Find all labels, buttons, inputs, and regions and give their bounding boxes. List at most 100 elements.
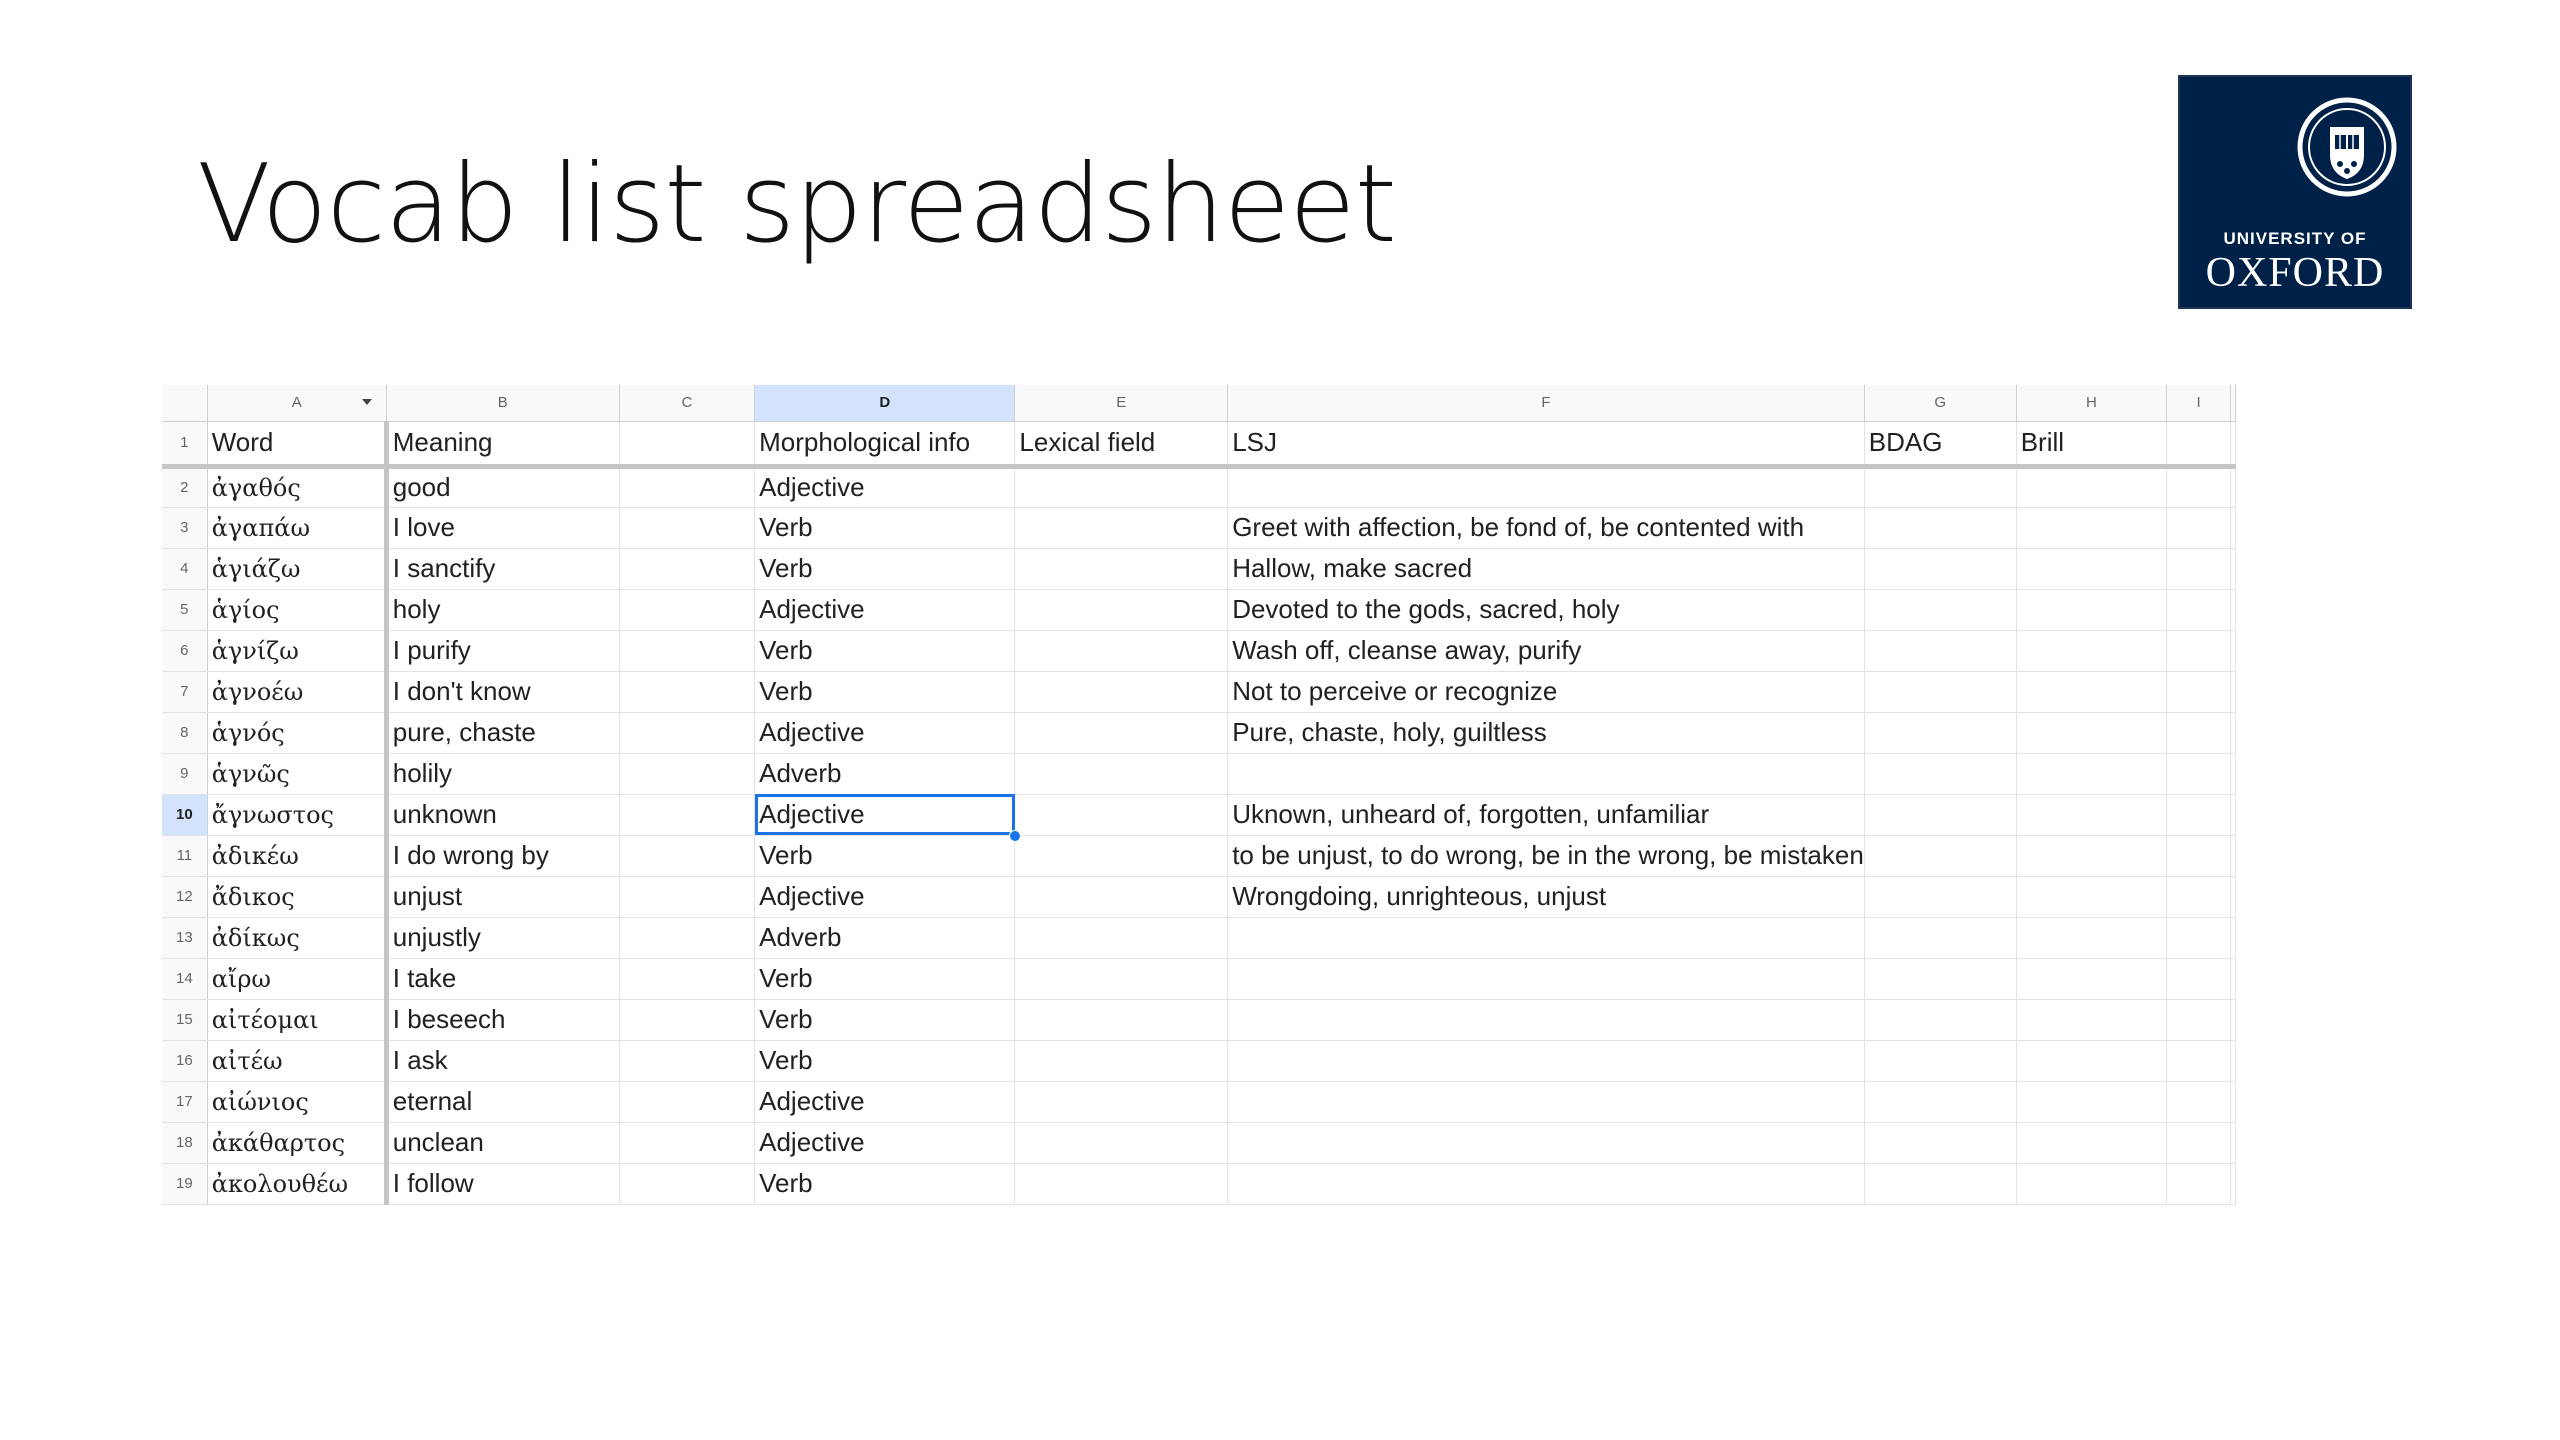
cell-morph[interactable]: Verb: [754, 1040, 1016, 1082]
cell-brill[interactable]: [2016, 1163, 2168, 1205]
cell-morph[interactable]: Adverb: [754, 917, 1016, 959]
cell-morph[interactable]: Adjective: [754, 1122, 1016, 1164]
cell-c[interactable]: [619, 794, 756, 836]
cell-lsj[interactable]: [1227, 958, 1865, 1000]
cell-lex[interactable]: [1014, 548, 1229, 590]
cell-morph[interactable]: Verb: [754, 671, 1016, 713]
cell-meaning[interactable]: I sanctify: [386, 548, 620, 590]
cell-bdag[interactable]: [1864, 794, 2017, 836]
cell-c[interactable]: [619, 507, 756, 549]
cell-word[interactable]: ἀγαπάω: [207, 507, 389, 549]
cell-meaning[interactable]: unclean: [386, 1122, 620, 1164]
header-cell-g[interactable]: BDAG: [1864, 421, 2017, 469]
cell-bdag[interactable]: [1864, 507, 2017, 549]
cell-meaning[interactable]: I do wrong by: [386, 835, 620, 877]
row-number[interactable]: 6: [162, 630, 208, 672]
cell-lsj[interactable]: [1227, 1081, 1865, 1123]
column-header-d[interactable]: D: [754, 385, 1016, 422]
spreadsheet-grid[interactable]: A B C D E F G H I 1 Word Meaning Morphological info L…: [162, 385, 2236, 1225]
cell-lex[interactable]: [1014, 958, 1229, 1000]
cell-meaning[interactable]: I follow: [386, 1163, 620, 1205]
cell-morph[interactable]: Verb: [754, 548, 1016, 590]
cell-bdag[interactable]: [1864, 1122, 2017, 1164]
row-number[interactable]: 16: [162, 1040, 208, 1082]
row-number[interactable]: 1: [162, 421, 208, 469]
cell-word[interactable]: ἁγίος: [207, 589, 389, 631]
cell-bdag[interactable]: [1864, 876, 2017, 918]
cell-morph[interactable]: Verb: [754, 835, 1016, 877]
cell-morph[interactable]: Verb: [754, 1163, 1016, 1205]
cell-lsj[interactable]: Pure, chaste, holy, guiltless: [1227, 712, 1865, 754]
cell-i[interactable]: [2166, 876, 2231, 918]
cell-lsj[interactable]: Devoted to the gods, sacred, holy: [1227, 589, 1865, 631]
cell-lex[interactable]: [1014, 794, 1229, 836]
cell-i[interactable]: [2166, 1081, 2231, 1123]
cell-lex[interactable]: [1014, 917, 1229, 959]
cell-bdag[interactable]: [1864, 589, 2017, 631]
cell-c[interactable]: [619, 671, 756, 713]
cell-meaning[interactable]: I love: [386, 507, 620, 549]
cell-morph[interactable]: Adjective: [754, 794, 1022, 842]
cell-bdag[interactable]: [1864, 753, 2017, 795]
cell-meaning[interactable]: holily: [386, 753, 620, 795]
cell-brill[interactable]: [2016, 548, 2168, 590]
cell-bdag[interactable]: [1864, 999, 2017, 1041]
header-cell-i[interactable]: [2166, 421, 2231, 469]
cell-i[interactable]: [2166, 548, 2231, 590]
cell-lex[interactable]: [1014, 630, 1229, 672]
cell-c[interactable]: [619, 712, 756, 754]
cell-word[interactable]: ἄδικος: [207, 876, 389, 918]
cell-word[interactable]: ἀγαθός: [207, 466, 389, 508]
row-number[interactable]: 17: [162, 1081, 208, 1123]
cell-lsj[interactable]: [1227, 466, 1865, 508]
cell-lex[interactable]: [1014, 1081, 1229, 1123]
cell-meaning[interactable]: I ask: [386, 1040, 620, 1082]
cell-bdag[interactable]: [1864, 835, 2017, 877]
cell-brill[interactable]: [2016, 999, 2168, 1041]
cell-word[interactable]: ἁγνός: [207, 712, 389, 754]
row-number[interactable]: 9: [162, 753, 208, 795]
cell-lsj[interactable]: [1227, 917, 1865, 959]
column-header-i[interactable]: I: [2166, 385, 2231, 422]
cell-c[interactable]: [619, 1040, 756, 1082]
cell-word[interactable]: ἁγιάζω: [207, 548, 389, 590]
cell-brill[interactable]: [2016, 630, 2168, 672]
cell-lex[interactable]: [1014, 712, 1229, 754]
column-header-f[interactable]: F: [1227, 385, 1865, 422]
cell-lsj[interactable]: Greet with affection, be fond of, be con…: [1227, 507, 1865, 549]
fill-handle[interactable]: [1009, 829, 1022, 842]
cell-word[interactable]: ἀδίκως: [207, 917, 389, 959]
cell-i[interactable]: [2166, 794, 2231, 836]
row-number[interactable]: 11: [162, 835, 208, 877]
cell-meaning[interactable]: good: [386, 466, 620, 508]
cell-morph[interactable]: Adverb: [754, 753, 1016, 795]
cell-brill[interactable]: [2016, 753, 2168, 795]
header-cell-d[interactable]: Morphological info: [754, 421, 1016, 469]
cell-brill[interactable]: [2016, 958, 2168, 1000]
cell-brill[interactable]: [2016, 876, 2168, 918]
cell-i[interactable]: [2166, 712, 2231, 754]
column-header-a[interactable]: A: [207, 385, 387, 422]
cell-lsj[interactable]: [1227, 999, 1865, 1041]
cell-bdag[interactable]: [1864, 1163, 2017, 1205]
cell-lex[interactable]: [1014, 1040, 1229, 1082]
header-cell-a[interactable]: Word: [207, 421, 389, 469]
cell-c[interactable]: [619, 589, 756, 631]
cell-c[interactable]: [619, 753, 756, 795]
cell-word[interactable]: αἰτέω: [207, 1040, 389, 1082]
cell-lex[interactable]: [1014, 466, 1229, 508]
cell-i[interactable]: [2166, 466, 2231, 508]
cell-i[interactable]: [2166, 507, 2231, 549]
cell-c[interactable]: [619, 1122, 756, 1164]
cell-lex[interactable]: [1014, 999, 1229, 1041]
row-number[interactable]: 18: [162, 1122, 208, 1164]
header-cell-c[interactable]: [619, 421, 756, 469]
cell-word[interactable]: ἀκάθαρτος: [207, 1122, 389, 1164]
cell-lsj[interactable]: Not to perceive or recognize: [1227, 671, 1865, 713]
cell-c[interactable]: [619, 1163, 756, 1205]
cell-c[interactable]: [619, 835, 756, 877]
cell-meaning[interactable]: eternal: [386, 1081, 620, 1123]
row-number[interactable]: 12: [162, 876, 208, 918]
cell-bdag[interactable]: [1864, 958, 2017, 1000]
cell-brill[interactable]: [2016, 917, 2168, 959]
